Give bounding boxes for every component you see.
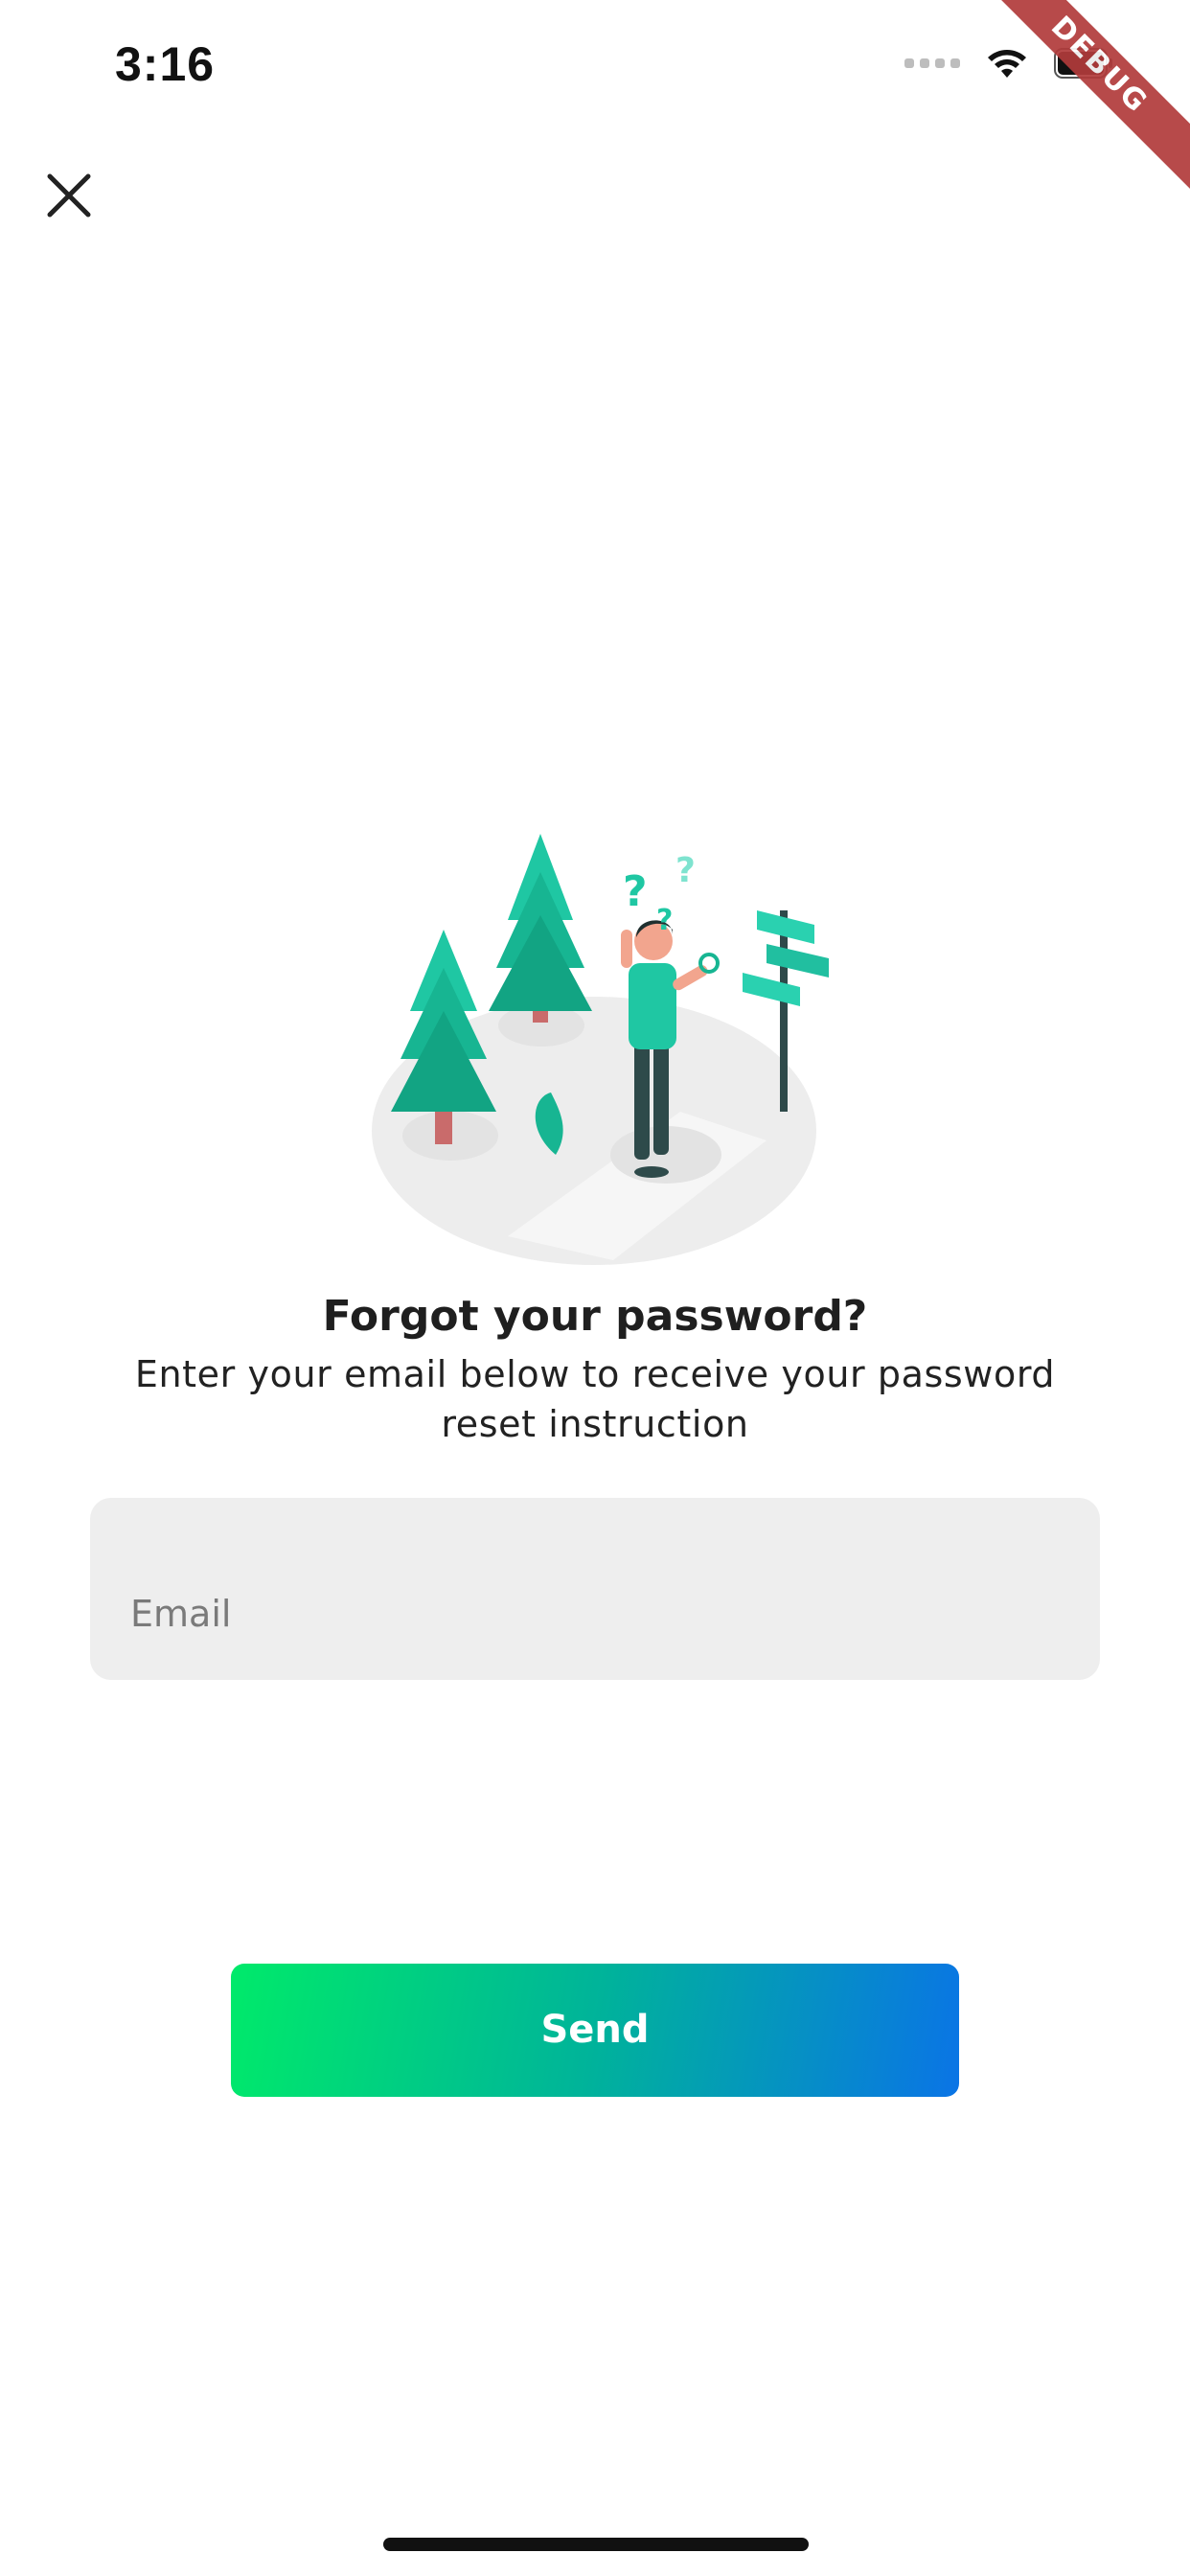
- debug-banner: DEBUG: [971, 0, 1190, 194]
- send-button[interactable]: Send: [231, 1964, 959, 2097]
- svg-text:?: ?: [675, 851, 696, 890]
- lost-traveler-illustration: ? ? ?: [372, 834, 829, 1265]
- page-subtitle: Enter your email below to receive your p…: [134, 1353, 1056, 1445]
- close-button[interactable]: [42, 169, 96, 222]
- signal-icon: [904, 58, 960, 68]
- status-time: 3:16: [115, 37, 216, 91]
- wifi-icon: [988, 50, 1026, 78]
- home-indicator: [383, 2538, 809, 2551]
- svg-text:?: ?: [623, 867, 648, 916]
- svg-text:?: ?: [656, 904, 673, 937]
- page-title: Forgot your password?: [322, 1292, 868, 1341]
- email-input[interactable]: [128, 1582, 1052, 1645]
- close-icon: [47, 173, 91, 218]
- email-field[interactable]: [90, 1498, 1100, 1680]
